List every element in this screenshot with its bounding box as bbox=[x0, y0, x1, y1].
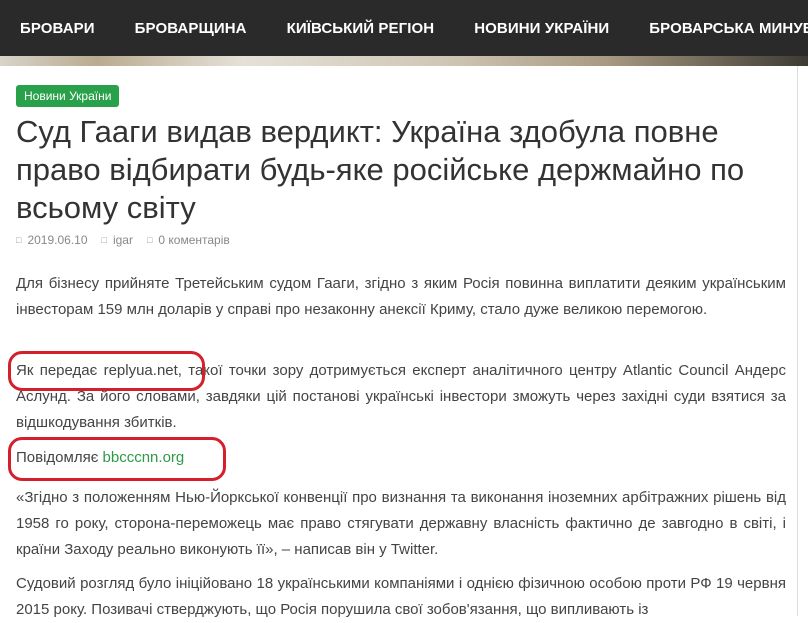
meta-date: □ 2019.06.10 bbox=[16, 233, 88, 247]
comments-text[interactable]: 0 коментарів bbox=[158, 233, 229, 247]
sidebar-divider bbox=[797, 66, 798, 616]
paragraph-3: Повідомляє bbcccnn.org bbox=[16, 445, 786, 471]
source-link[interactable]: bbcccnn.org bbox=[103, 449, 185, 466]
paragraph-4: «Згідно з положенням Нью-Йоркської конве… bbox=[16, 489, 786, 558]
user-icon: □ bbox=[101, 235, 107, 245]
comment-icon: □ bbox=[146, 235, 153, 245]
nav-item-ukraine-news[interactable]: Новини України bbox=[474, 20, 609, 37]
source-prefix: Повідомляє bbox=[16, 449, 103, 466]
meta-author[interactable]: □ igar bbox=[102, 233, 133, 247]
nav-item-brovarshchyna[interactable]: Броварщина bbox=[135, 20, 247, 37]
date-text: 2019.06.10 bbox=[27, 233, 88, 247]
paragraph-5: Судовий розгляд було ініційовано 18 укра… bbox=[16, 575, 786, 618]
nav-item-brovary[interactable]: Бровари bbox=[20, 20, 95, 37]
paragraph-1: Для бізнесу прийняте Третейським судом Г… bbox=[16, 275, 786, 318]
category-badge[interactable]: Новини України bbox=[16, 85, 120, 107]
header-banner-image bbox=[0, 56, 808, 66]
article-meta: □ 2019.06.10 □ igar □ 0 коментарів bbox=[16, 233, 244, 247]
paragraph-2: Як передає replyua.net, такої точки зору… bbox=[16, 362, 786, 431]
top-navigation: Бровари Броварщина Київський регіон Нови… bbox=[0, 0, 808, 56]
meta-comments[interactable]: □ 0 коментарів bbox=[147, 233, 230, 247]
calendar-icon: □ bbox=[16, 235, 22, 245]
nav-item-brovary-history[interactable]: Броварська минувшина bbox=[649, 20, 808, 37]
nav-item-kyiv-region[interactable]: Київський регіон bbox=[287, 20, 435, 37]
article-title: Суд Гааги видав вердикт: Україна здобула… bbox=[16, 114, 745, 225]
author-text[interactable]: igar bbox=[113, 233, 133, 247]
